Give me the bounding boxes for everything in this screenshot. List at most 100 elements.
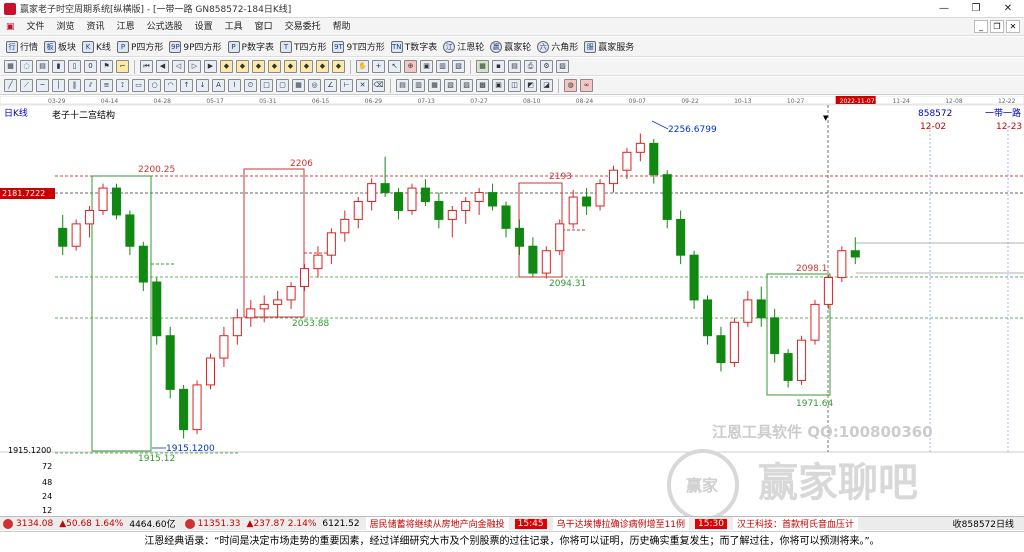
pattern-icon[interactable]: ◌ xyxy=(20,60,33,73)
index2-value[interactable]: 11351.33 xyxy=(198,519,241,529)
menu-item-tools[interactable]: 工具 xyxy=(219,18,249,36)
toolbar-hexagon-button[interactable]: 六六角形 xyxy=(537,40,578,53)
extra-c-icon[interactable]: ▦ xyxy=(428,79,441,92)
toolbar-t-table-button[interactable]: TN T数字表 xyxy=(390,40,437,53)
back-icon[interactable]: ◁ xyxy=(172,60,185,73)
news-ticker-3[interactable]: 汉王科技：首款柯氏音血压计 xyxy=(732,517,858,530)
mark-tool-icon[interactable]: ✕ xyxy=(356,79,369,92)
infinity-icon[interactable]: ∞ xyxy=(580,79,593,92)
save-icon[interactable]: ▪ xyxy=(492,60,505,73)
mdi-close-button[interactable]: ✕ xyxy=(1006,20,1020,33)
diamond-c-icon[interactable]: ◆ xyxy=(252,60,265,73)
extra-d-icon[interactable]: ▧ xyxy=(444,79,457,92)
menu-item-window[interactable]: 窗口 xyxy=(249,18,279,36)
stamp-icon[interactable]: ▣ xyxy=(420,60,433,73)
zero-icon[interactable]: 0 xyxy=(84,60,97,73)
diamond-a-icon[interactable]: ◆ xyxy=(220,60,233,73)
layout-a-icon[interactable]: ▥ xyxy=(436,60,449,73)
kline-chart[interactable]: 03-29 04-14 04-28 05-17 05-31 06-15 06-29 07-13… xyxy=(0,95,1024,521)
measure-tool-icon[interactable]: ⊢ xyxy=(340,79,353,92)
diamond-g-icon[interactable]: ◆ xyxy=(316,60,329,73)
menu-item-formula[interactable]: 公式选股 xyxy=(141,18,189,36)
toolbar-9t-square-button[interactable]: 9T 9T四方形 xyxy=(332,40,385,53)
time-tool-icon[interactable]: ⏲ xyxy=(244,79,257,92)
index1-value[interactable]: 3134.08 xyxy=(16,519,53,529)
arc-tool-icon[interactable]: ◠ xyxy=(164,79,177,92)
extra-e-icon[interactable]: ▨ xyxy=(460,79,473,92)
pointer-icon[interactable]: ↖ xyxy=(388,60,401,73)
channel-tool-icon[interactable]: ⫽ xyxy=(84,79,97,92)
extra-b-icon[interactable]: ▥ xyxy=(412,79,425,92)
box-tool-icon[interactable]: ▢ xyxy=(276,79,289,92)
grid-tool-icon[interactable]: ▦ xyxy=(292,79,305,92)
bar-icon[interactable]: ▮ xyxy=(52,60,65,73)
toolbar-p-table-button[interactable]: P P数字表 xyxy=(227,40,274,53)
zoom-icon[interactable]: ⊕ xyxy=(404,60,417,73)
diamond-e-icon[interactable]: ◆ xyxy=(284,60,297,73)
toolbar-t-square-button[interactable]: T T四方形 xyxy=(279,40,326,53)
toolbar-service-button[interactable]: 服赢家服务 xyxy=(584,40,634,53)
config-icon[interactable]: ⚙ xyxy=(540,60,553,73)
toolbar-gann-wheel-button[interactable]: 江江恩轮 xyxy=(443,40,484,53)
toolbar-kline-button[interactable]: K K线 xyxy=(82,40,111,53)
bookmark-icon[interactable]: ⌐ xyxy=(116,60,129,73)
diamond-f-icon[interactable]: ◆ xyxy=(300,60,313,73)
export-icon[interactable]: ▤ xyxy=(508,60,521,73)
globe-icon[interactable]: ◍ xyxy=(564,79,577,92)
mdi-restore-button[interactable]: ❐ xyxy=(990,20,1004,33)
print-icon[interactable]: ⎙ xyxy=(524,60,537,73)
fib-tool-icon[interactable]: ≡ xyxy=(100,79,113,92)
toolbar-quotes-button[interactable]: 行行情 xyxy=(6,40,38,53)
news-ticker-1[interactable]: 居民储蓄将继续从房地产向金融投 xyxy=(365,517,509,530)
text-tool-icon[interactable]: A xyxy=(212,79,225,92)
ray-tool-icon[interactable]: ⟋ xyxy=(20,79,33,92)
cycle-tool-icon[interactable]: ⌇ xyxy=(228,79,241,92)
menu-item-browse[interactable]: 浏览 xyxy=(51,18,81,36)
close-button[interactable]: ✕ xyxy=(992,0,1024,18)
menu-item-settings[interactable]: 设置 xyxy=(189,18,219,36)
menu-item-app-icon[interactable]: ▣ xyxy=(0,18,21,36)
grid-icon[interactable]: ▦ xyxy=(4,60,17,73)
mdi-minimize-button[interactable]: _ xyxy=(974,20,988,33)
delete-tool-icon[interactable]: ⌫ xyxy=(372,79,385,92)
kline-chart-panel[interactable]: 03-29 04-14 04-28 05-17 05-31 06-15 06-29 07-13… xyxy=(0,95,1024,521)
hline-tool-icon[interactable]: ─ xyxy=(36,79,49,92)
extra-f-icon[interactable]: ▩ xyxy=(476,79,489,92)
news-ticker-2[interactable]: 乌干达埃博拉确诊病例增至11例 xyxy=(552,517,690,530)
line-tool-icon[interactable]: ╱ xyxy=(4,79,17,92)
prev-icon[interactable]: ◀ xyxy=(156,60,169,73)
crosshair-icon[interactable]: + xyxy=(372,60,385,73)
period-icon[interactable]: ▤ xyxy=(36,60,49,73)
maximize-button[interactable]: ❐ xyxy=(960,0,992,18)
extra-j-icon[interactable]: ◪ xyxy=(540,79,553,92)
toolbar-winner-wheel-button[interactable]: 赢赢家轮 xyxy=(490,40,531,53)
extra-h-icon[interactable]: ◫ xyxy=(508,79,521,92)
forward-icon[interactable]: ▶ xyxy=(204,60,217,73)
first-icon[interactable]: ⏮ xyxy=(140,60,153,73)
gann-fan-icon[interactable]: ⟟ xyxy=(116,79,129,92)
parallel-tool-icon[interactable]: ‖ xyxy=(68,79,81,92)
angle-tool-icon[interactable]: ∠ xyxy=(324,79,337,92)
toolbar-p-square-button[interactable]: P P四方形 xyxy=(116,40,163,53)
arrow-up-icon[interactable]: ↑ xyxy=(180,79,193,92)
hand-icon[interactable]: ✋ xyxy=(356,60,369,73)
next-icon[interactable]: ▷ xyxy=(188,60,201,73)
toolbar-sector-button[interactable]: 板板块 xyxy=(44,40,76,53)
menu-item-gann[interactable]: 江恩 xyxy=(111,18,141,36)
rect-tool-icon[interactable]: ▭ xyxy=(132,79,145,92)
extra-g-icon[interactable]: ▣ xyxy=(492,79,505,92)
diamond-h-icon[interactable]: ◆ xyxy=(332,60,345,73)
extra-i-icon[interactable]: ◩ xyxy=(524,79,537,92)
diamond-b-icon[interactable]: ◆ xyxy=(236,60,249,73)
diamond-d-icon[interactable]: ◆ xyxy=(268,60,281,73)
extra-a-icon[interactable]: ▤ xyxy=(396,79,409,92)
circle-tool-icon[interactable]: ○ xyxy=(148,79,161,92)
arrow-down-icon[interactable]: ↓ xyxy=(196,79,209,92)
spiral-tool-icon[interactable]: ◎ xyxy=(308,79,321,92)
menu-item-info[interactable]: 资讯 xyxy=(81,18,111,36)
layout-b-icon[interactable]: ▧ xyxy=(452,60,465,73)
flag-icon[interactable]: ⚑ xyxy=(100,60,113,73)
chart-icon[interactable]: ▨ xyxy=(556,60,569,73)
menu-item-trade[interactable]: 交易委托 xyxy=(279,18,327,36)
minimize-button[interactable]: — xyxy=(928,0,960,18)
